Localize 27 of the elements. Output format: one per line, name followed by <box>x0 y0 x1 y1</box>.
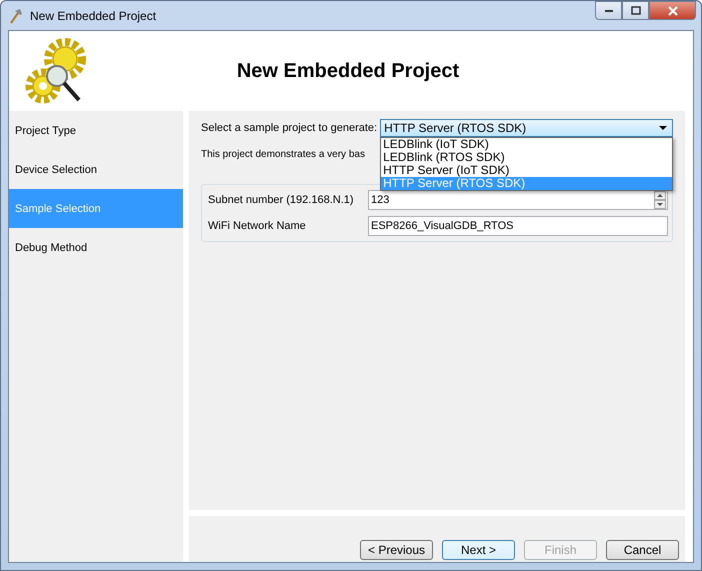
dropdown-arrow-icon <box>659 126 667 130</box>
dropdown-option[interactable]: LEDBlink (IoT SDK) <box>381 138 672 151</box>
maximize-icon <box>630 6 642 16</box>
wizard-title: New Embedded Project <box>236 60 460 82</box>
sidebar-item[interactable]: Device Selection <box>9 150 183 189</box>
next-button[interactable]: Next > <box>442 540 515 560</box>
sample-description: This project demonstrates a very bas <box>201 149 365 160</box>
maximize-button[interactable] <box>622 1 649 20</box>
sample-label: Select a sample project to generate: <box>201 122 378 134</box>
setting-label: Subnet number (192.168.N.1) <box>207 194 355 206</box>
text-field[interactable]: ESP8266_VisualGDB_RTOS <box>368 216 668 236</box>
window-title: New Embedded Project <box>30 8 156 22</box>
minimize-icon <box>604 10 612 12</box>
dropdown-option[interactable]: HTTP Server (IoT SDK) <box>381 164 672 177</box>
cancel-button[interactable]: Cancel <box>606 540 679 560</box>
spin-field[interactable]: 123 <box>368 190 668 210</box>
sidebar-item[interactable]: Debug Method <box>9 228 183 267</box>
spin-arrows-icon <box>654 191 666 209</box>
close-button[interactable] <box>649 1 696 20</box>
hammer-icon <box>8 8 24 24</box>
sidebar-item[interactable]: Project Type <box>9 111 183 150</box>
sample-dropdown[interactable]: HTTP Server (RTOS SDK) <box>380 119 673 137</box>
setting-label: WiFi Network Name <box>207 220 307 232</box>
previous-button[interactable]: < Previous <box>360 540 433 560</box>
dropdown-option[interactable]: LEDBlink (RTOS SDK) <box>381 151 672 164</box>
minimize-button[interactable] <box>595 1 622 20</box>
close-icon <box>666 6 678 16</box>
